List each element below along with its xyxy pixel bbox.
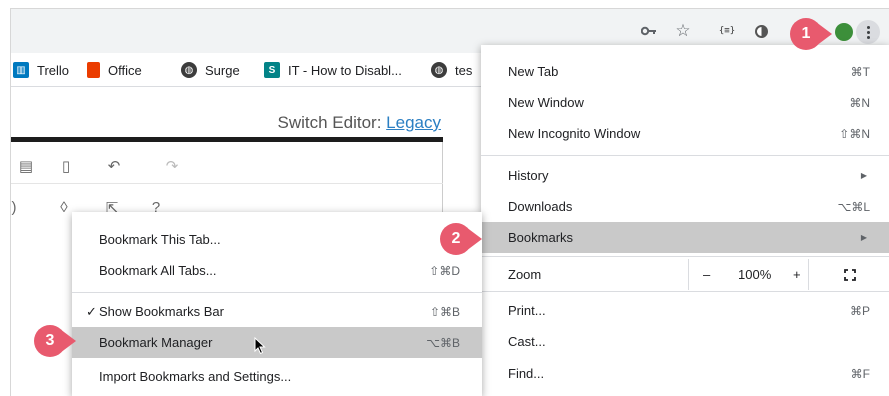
step-callout-2: 2 [440, 223, 482, 255]
menu-item-bookmarks[interactable]: Bookmarks ▶ [481, 222, 889, 253]
submenu-arrow-icon: ▶ [860, 171, 867, 180]
profile-avatar[interactable] [835, 23, 853, 41]
menu-item-label: Bookmark All Tabs... [99, 263, 217, 278]
star-icon[interactable]: ☆ [673, 21, 693, 41]
droplet-icon[interactable]: ◊ [55, 199, 73, 216]
redo-icon[interactable]: ↷ [163, 157, 181, 175]
zoom-level: 100% [738, 267, 772, 282]
globe-icon: ◍ [431, 62, 447, 78]
menu-item-label: Bookmarks [508, 230, 574, 245]
switch-editor-label: Switch Editor: [277, 113, 382, 132]
switch-editor: Switch Editor: Legacy [278, 113, 442, 133]
menu-divider [481, 291, 889, 292]
menu-item-label: New Incognito Window [508, 126, 641, 141]
menu-item-label: Downloads [508, 199, 573, 214]
bookmark-tes[interactable]: ◍ tes [431, 61, 472, 79]
document-icon[interactable]: ▯ [57, 157, 75, 175]
bookmark-label: IT - How to Disabl... [288, 62, 402, 78]
trello-icon: ▥ [13, 62, 29, 78]
shortcut-label: ⇧⌘D [429, 263, 460, 278]
zoom-out-button[interactable]: – [703, 259, 710, 290]
mouse-cursor-icon [254, 337, 266, 355]
menu-item-label: Bookmark This Tab... [99, 232, 221, 247]
menu-item-label: Zoom [508, 267, 542, 282]
partial-icon[interactable]: ) [11, 199, 23, 216]
shortcut-label: ⇧⌘B [429, 304, 460, 319]
shortcut-label: ⇧⌘N [839, 126, 870, 141]
menu-divider [481, 256, 889, 257]
menu-item-label: Print... [508, 303, 546, 318]
menu-item-print[interactable]: Print... ⌘P [481, 295, 889, 326]
menu-item-bookmark-manager[interactable]: Bookmark Manager ⌥⌘B [72, 327, 482, 358]
menu-item-show-bookmarks-bar[interactable]: ✓ Show Bookmarks Bar ⇧⌘B [72, 296, 482, 327]
menu-item-label: Cast... [508, 334, 546, 349]
callout-arrow [466, 227, 482, 251]
zoom-in-button[interactable]: + [793, 259, 801, 290]
key-icon[interactable] [639, 21, 659, 41]
menu-item-label: New Window [508, 95, 584, 110]
menu-item-new-incognito[interactable]: New Incognito Window ⇧⌘N [481, 118, 889, 149]
menu-item-new-window[interactable]: New Window ⌘N [481, 87, 889, 118]
sharepoint-icon: S [264, 62, 280, 78]
menu-item-label: Show Bookmarks Bar [99, 304, 224, 319]
step-callout-1: 1 [790, 18, 832, 50]
menu-item-label: New Tab [508, 64, 559, 79]
circle-extension-icon[interactable] [751, 21, 771, 41]
bookmark-label: Trello [37, 62, 70, 78]
bookmark-it-how-to[interactable]: S IT - How to Disabl... [264, 61, 402, 79]
undo-icon[interactable]: ↶ [105, 157, 123, 175]
menu-item-import-bookmarks[interactable]: Import Bookmarks and Settings... [72, 361, 482, 392]
menu-item-find[interactable]: Find... ⌘F [481, 358, 889, 389]
office-icon [87, 62, 100, 78]
bookmark-label: Office [108, 62, 142, 78]
shortcut-label: ⌥⌘L [837, 199, 870, 214]
zoom-divider [808, 259, 809, 290]
bookmark-label: tes [455, 62, 473, 78]
globe-icon: ◍ [181, 62, 197, 78]
menu-item-history[interactable]: History ▶ [481, 160, 889, 191]
menu-item-downloads[interactable]: Downloads ⌥⌘L [481, 191, 889, 222]
shortcut-label: ⌘F [850, 366, 870, 381]
fullscreen-icon[interactable] [844, 259, 856, 290]
callout-arrow [816, 22, 832, 46]
submenu-arrow-icon: ▶ [860, 233, 867, 242]
shortcut-label: ⌘N [849, 95, 870, 110]
bookmark-trello[interactable]: ▥ Trello [13, 61, 69, 79]
menu-item-label: Bookmark Manager [99, 335, 213, 350]
legacy-link[interactable]: Legacy [386, 113, 441, 132]
menu-icon[interactable] [856, 20, 880, 44]
menu-item-label: Import Bookmarks and Settings... [99, 369, 292, 384]
menu-divider [72, 292, 482, 293]
menu-item-bookmark-all-tabs[interactable]: Bookmark All Tabs... ⇧⌘D [72, 255, 482, 286]
shortcut-label: ⌘T [850, 64, 870, 79]
bookmarks-submenu: Bookmark This Tab... Bookmark All Tabs..… [72, 212, 482, 396]
checkmark-icon: ✓ [86, 303, 97, 319]
callout-arrow [60, 329, 76, 353]
menu-item-zoom: Zoom – 100% + [481, 259, 889, 290]
menu-item-label: History [508, 168, 549, 183]
menu-item-new-tab[interactable]: New Tab ⌘T [481, 56, 889, 87]
bookmark-surge[interactable]: ◍ Surge [181, 61, 240, 79]
step-callout-3: 3 [34, 325, 76, 357]
bookmark-office[interactable]: Office [87, 61, 142, 79]
shortcut-label: ⌘P [849, 303, 870, 318]
template-icon[interactable]: ▤ [17, 157, 35, 175]
shortcut-label: ⌥⌘B [426, 335, 460, 350]
editor-top-bar [11, 137, 443, 142]
divider [11, 183, 443, 184]
zoom-divider [688, 259, 689, 290]
chrome-main-menu: New Tab ⌘T New Window ⌘N New Incognito W… [481, 45, 889, 396]
menu-divider [481, 155, 889, 156]
bookmark-label: Surge [205, 62, 240, 78]
menu-item-label: Find... [508, 366, 545, 381]
json-extension-icon[interactable]: {≡} [717, 21, 737, 41]
menu-item-cast[interactable]: Cast... [481, 326, 889, 357]
menu-item-bookmark-this-tab[interactable]: Bookmark This Tab... [72, 224, 482, 255]
